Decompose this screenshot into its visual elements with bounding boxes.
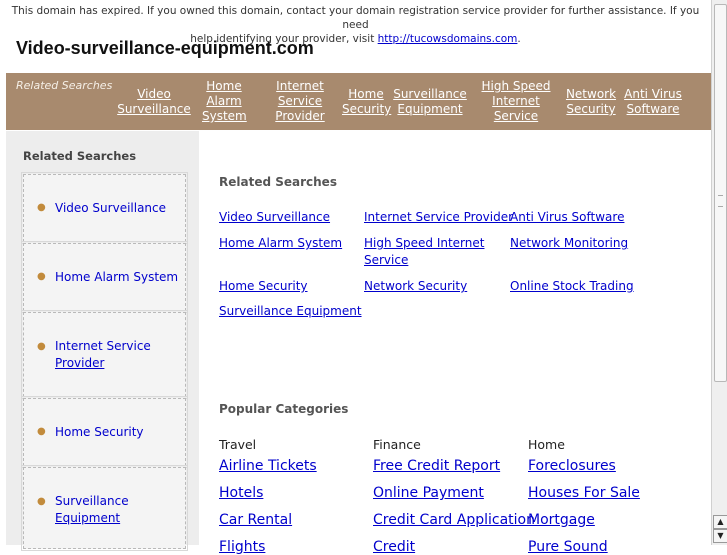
popular-link-free-credit-report[interactable]: Free Credit Report: [373, 458, 500, 474]
vertical-scrollbar[interactable]: ▲ ▼: [711, 0, 727, 545]
scrollbar-thumb[interactable]: [714, 4, 727, 382]
sidebar-link-label[interactable]: Video Surveillance: [55, 200, 166, 217]
top-related-bar: Related Searches Video Surveillance Home A…: [6, 73, 711, 130]
sidebar-item-video-surveillance[interactable]: ● Video Surveillance: [21, 172, 188, 244]
related-searches-heading: Related Searches: [219, 175, 337, 189]
notice-end: .: [517, 33, 521, 45]
top-link-network-security[interactable]: Network Security: [565, 87, 617, 117]
popular-link-car-rental[interactable]: Car Rental: [219, 512, 292, 528]
popular-link-credit-card-application[interactable]: Credit Card Application: [373, 512, 535, 528]
popular-link-pure-sound[interactable]: Pure Sound: [528, 539, 608, 555]
bullet-icon: ●: [37, 496, 46, 507]
popular-link-flights[interactable]: Flights: [219, 539, 265, 555]
category-title-travel: Travel: [219, 437, 257, 452]
bullet-icon: ●: [37, 426, 46, 437]
sidebar-item-home-alarm-system[interactable]: ● Home Alarm System: [21, 241, 188, 313]
related-link-video-surveillance[interactable]: Video Surveillance: [219, 209, 330, 226]
top-link-surveillance-equipment[interactable]: Surveillance Equipment: [392, 87, 468, 117]
sidebar-item-surveillance-equipment[interactable]: ● Surveillance Equipment: [21, 465, 188, 551]
tucows-link[interactable]: http://tucowsdomains.com: [378, 33, 518, 45]
related-link-network-security[interactable]: Network Security: [364, 278, 467, 295]
popular-link-airline-tickets[interactable]: Airline Tickets: [219, 458, 317, 474]
related-link-anti-virus-software[interactable]: Anti Virus Software: [510, 209, 624, 226]
top-link-video-surveillance[interactable]: Video Surveillance: [115, 87, 193, 117]
related-link-surveillance-equipment[interactable]: Surveillance Equipment: [219, 303, 362, 320]
popular-link-online-payment[interactable]: Online Payment: [373, 485, 484, 501]
sidebar-link-label[interactable]: Internet Service Provider: [55, 338, 151, 372]
popular-link-hotels[interactable]: Hotels: [219, 485, 263, 501]
popular-link-houses-for-sale[interactable]: Houses For Sale: [528, 485, 640, 501]
related-link-network-monitoring[interactable]: Network Monitoring: [510, 235, 628, 252]
bullet-icon: ●: [37, 271, 46, 282]
top-link-internet-service-provider[interactable]: Internet Service Provider: [272, 79, 328, 124]
top-link-high-speed-internet-service[interactable]: High Speed Internet Service: [480, 79, 552, 124]
category-title-finance: Finance: [373, 437, 421, 452]
popular-link-foreclosures[interactable]: Foreclosures: [528, 458, 616, 474]
bullet-icon: ●: [37, 341, 46, 352]
popular-categories-heading: Popular Categories: [219, 402, 349, 416]
grip-icon: [718, 195, 723, 207]
sidebar-link-label[interactable]: Surveillance Equipment: [55, 493, 129, 527]
related-link-online-stock-trading[interactable]: Online Stock Trading: [510, 278, 634, 295]
sidebar-link-label[interactable]: Home Security: [55, 424, 144, 441]
top-link-home-security[interactable]: Home Security: [342, 87, 391, 117]
popular-link-mortgage[interactable]: Mortgage: [528, 512, 595, 528]
sidebar-heading: Related Searches: [23, 149, 137, 163]
sidebar: Related Searches ● Video Surveillance ● …: [6, 131, 199, 551]
category-title-home: Home: [528, 437, 565, 452]
top-related-label: Related Searches: [16, 79, 113, 92]
popular-link-credit[interactable]: Credit: [373, 539, 415, 555]
scroll-up-icon[interactable]: ▲: [713, 515, 727, 529]
related-link-internet-service-provider[interactable]: Internet Service Provider: [364, 209, 513, 226]
related-link-high-speed-internet-service[interactable]: High Speed Internet Service: [364, 235, 484, 269]
top-link-anti-virus-software[interactable]: Anti Virus Software: [622, 87, 684, 117]
bullet-icon: ●: [37, 202, 46, 213]
scroll-down-icon[interactable]: ▼: [713, 529, 727, 543]
top-link-home-alarm-system[interactable]: Home Alarm System: [202, 79, 247, 124]
sidebar-item-internet-service-provider[interactable]: ● Internet Service Provider: [21, 310, 188, 399]
sidebar-item-home-security[interactable]: ● Home Security: [21, 396, 188, 468]
notice-line1: This domain has expired. If you owned th…: [11, 5, 700, 31]
site-title: Video-surveillance-equipment.com: [16, 38, 314, 58]
related-link-home-security[interactable]: Home Security: [219, 278, 308, 295]
sidebar-link-label[interactable]: Home Alarm System: [55, 269, 178, 286]
related-link-home-alarm-system[interactable]: Home Alarm System: [219, 235, 342, 252]
